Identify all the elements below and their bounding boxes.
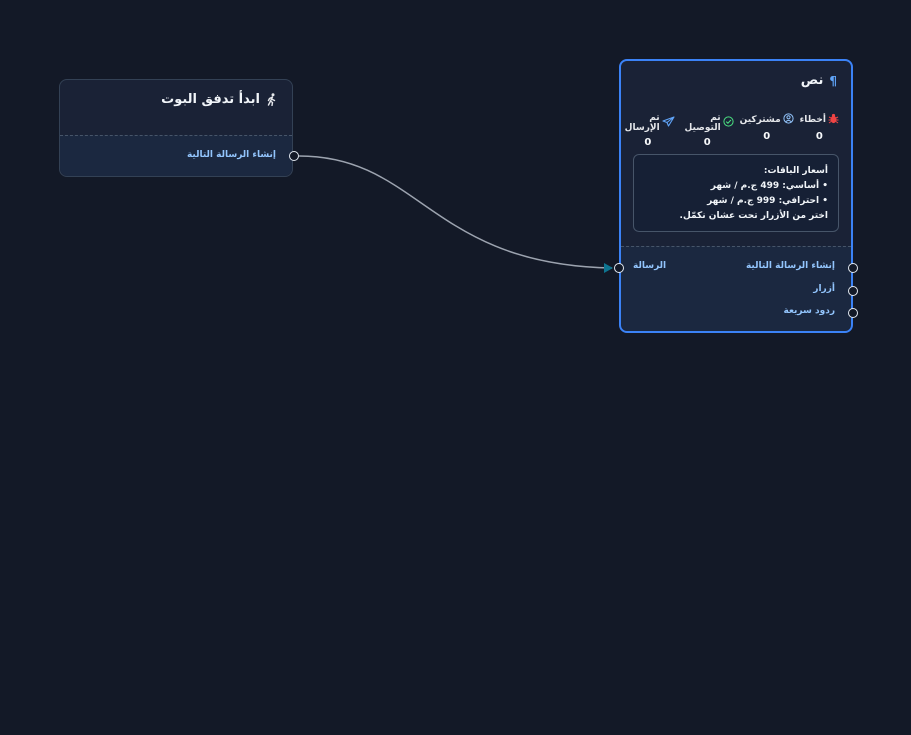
stat-errors: أخطاء 0 (800, 113, 839, 148)
node-footer: الرسالة إنشاء الرسالة التالية أزرار ردود… (621, 246, 851, 331)
node-footer: إنشاء الرسالة التالية (60, 135, 292, 176)
start-node-title: ابدأ تدفق البوت (161, 92, 260, 107)
message-line: اختر من الأزرار تحت عشان نكمّل. (679, 211, 828, 221)
stat-sent: تم الإرسال 0 (621, 113, 675, 148)
edge-arrow-icon (604, 263, 613, 273)
bug-icon (828, 113, 839, 127)
message-line: • أساسي: 499 ج.م / شهر (710, 181, 828, 191)
stat-value: 0 (644, 137, 652, 148)
next-message-output-port[interactable] (848, 263, 858, 273)
paragraph-icon: ¶ (829, 73, 837, 88)
check-circle-icon (723, 116, 734, 130)
message-line: • احترافي: 999 ج.م / شهر (707, 196, 828, 206)
next-message-output-label: إنشاء الرسالة التالية (745, 261, 835, 271)
stat-value: 0 (703, 137, 711, 148)
buttons-output-port[interactable] (848, 286, 858, 296)
stat-subscribers: مشتركين 0 (740, 113, 794, 148)
message-input-label: الرسالة (633, 261, 667, 271)
node-header: ¶ نص (621, 61, 851, 117)
next-message-output-port[interactable] (289, 151, 299, 161)
node-title: ابدأ تدفق البوت (60, 80, 292, 119)
stat-label: تم الإرسال (624, 113, 660, 133)
quick-replies-output-port[interactable] (848, 308, 858, 318)
message-preview[interactable]: أسعار الباقات: • أساسي: 499 ج.م / شهر • … (633, 154, 839, 232)
stats-row: أخطاء 0 مشتركين 0 تم التوصيل 0 تم الإرسا… (621, 113, 839, 148)
stat-label: تم التوصيل (684, 113, 721, 133)
message-line: أسعار الباقات: (763, 166, 828, 176)
text-message-node[interactable]: ¶ نص أخطاء 0 مشتركين 0 تم التوصيل 0 تم ا… (614, 59, 858, 333)
message-input-port[interactable] (614, 263, 624, 273)
text-node-title: نص (800, 73, 824, 88)
stat-label: مشتركين (739, 115, 781, 125)
next-message-output-label: إنشاء الرسالة التالية (186, 150, 276, 160)
stat-value: 0 (763, 131, 771, 142)
stat-label: أخطاء (799, 115, 826, 125)
quick-replies-output-label: ردود سريعة (783, 306, 835, 316)
node-header: ابدأ تدفق البوت (60, 80, 292, 136)
walking-person-icon (266, 93, 278, 106)
buttons-output-label: أزرار (813, 284, 835, 294)
connection-edge[interactable] (298, 155, 613, 269)
send-icon (662, 116, 675, 130)
user-circle-icon (783, 113, 794, 127)
start-flow-node[interactable]: ابدأ تدفق البوت إنشاء الرسالة التالية (59, 79, 299, 177)
stat-delivered: تم التوصيل 0 (681, 113, 734, 148)
node-title: ¶ نص (621, 61, 851, 100)
stat-value: 0 (815, 131, 823, 142)
flow-canvas[interactable]: ابدأ تدفق البوت إنشاء الرسالة التالية ¶ … (0, 0, 911, 735)
